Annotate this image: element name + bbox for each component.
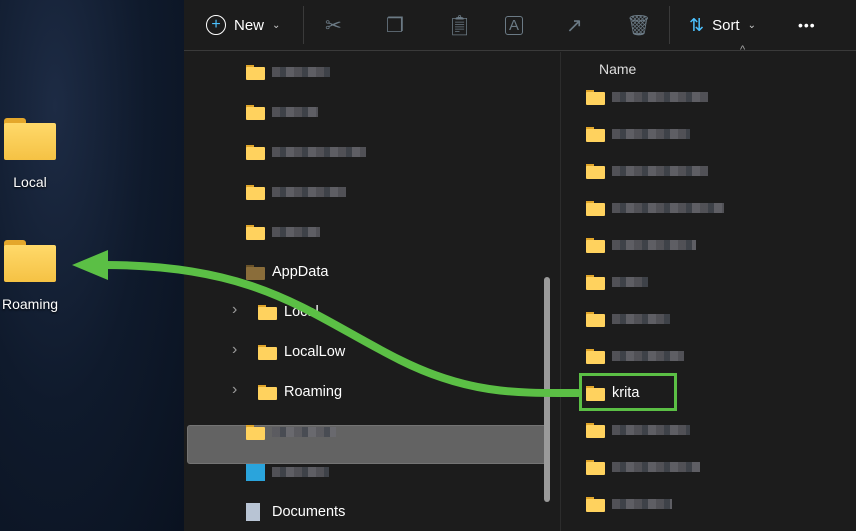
annotation-arrow	[72, 250, 582, 398]
arrow-head-icon	[72, 250, 108, 280]
arrow-path	[101, 261, 582, 398]
